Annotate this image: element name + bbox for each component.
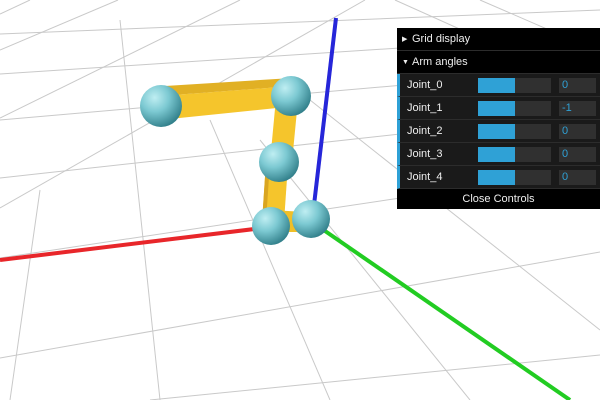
- triangle-down-icon: ▼: [402, 59, 409, 66]
- z-axis-line: [310, 220, 572, 400]
- folder-grid-display-label: Grid display: [412, 33, 471, 45]
- joint-slider[interactable]: [478, 124, 551, 139]
- joint-row-0: Joint_0 0: [397, 74, 600, 97]
- joint-slider[interactable]: [478, 170, 551, 185]
- joint-value-input[interactable]: 0: [559, 170, 596, 185]
- joint-sphere-end: [140, 85, 182, 127]
- joint-row-2: Joint_2 0: [397, 120, 600, 143]
- joint-slider[interactable]: [478, 101, 551, 116]
- joint-label: Joint_3: [407, 148, 443, 160]
- joint-sphere-mid: [259, 142, 299, 182]
- joint-value-input[interactable]: 0: [559, 78, 596, 93]
- joint-row-1: Joint_1 -1: [397, 97, 600, 120]
- slider-fill: [478, 78, 515, 93]
- joint-row-4: Joint_4 0: [397, 166, 600, 189]
- joint-label: Joint_1: [407, 102, 443, 114]
- joint-label: Joint_2: [407, 125, 443, 137]
- joint-sphere-elbow: [271, 76, 311, 116]
- folder-arm-angles[interactable]: ▼ Arm angles: [397, 51, 600, 74]
- joint-slider[interactable]: [478, 78, 551, 93]
- folder-grid-display[interactable]: ▶ Grid display: [397, 28, 600, 51]
- close-controls-button[interactable]: Close Controls: [397, 189, 600, 209]
- joint-label: Joint_4: [407, 171, 443, 183]
- slider-fill: [478, 124, 515, 139]
- controls-panel: ▶ Grid display ▼ Arm angles Joint_0 0 Join…: [397, 28, 600, 209]
- triangle-right-icon: ▶: [402, 36, 408, 43]
- folder-arm-angles-label: Arm angles: [412, 56, 468, 68]
- slider-fill: [478, 101, 515, 116]
- y-axis-line: [310, 17, 338, 223]
- joint-sphere-base-left: [252, 207, 290, 245]
- joint-slider[interactable]: [478, 147, 551, 162]
- joint-row-3: Joint_3 0: [397, 143, 600, 166]
- joint-value-input[interactable]: -1: [559, 101, 596, 116]
- joint-value-input[interactable]: 0: [559, 124, 596, 139]
- joint-sphere-base: [292, 200, 330, 238]
- slider-fill: [478, 170, 515, 185]
- joint-label: Joint_0: [407, 79, 443, 91]
- slider-fill: [478, 147, 515, 162]
- joint-value-input[interactable]: 0: [559, 147, 596, 162]
